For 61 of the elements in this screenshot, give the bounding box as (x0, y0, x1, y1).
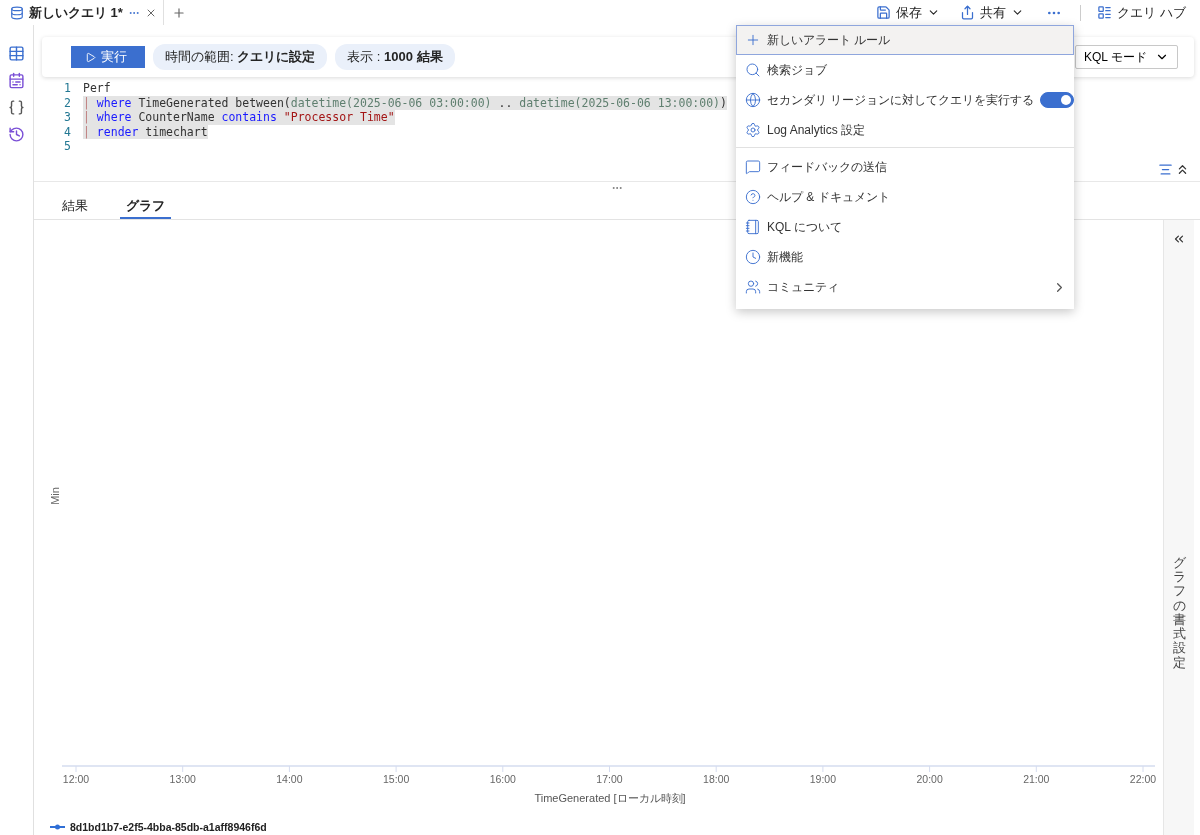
table-icon[interactable] (8, 45, 25, 62)
x-tick-label: 20:00 (916, 773, 943, 785)
globe-icon (745, 92, 761, 108)
code-line: Perf (83, 81, 111, 96)
x-tick-label: 13:00 (169, 773, 196, 785)
run-button[interactable]: 実行 (71, 46, 145, 68)
list-icon (1097, 5, 1113, 20)
toolbar-button[interactable]: 保存 (866, 0, 951, 25)
menu-item[interactable]: ヘルプ & ドキュメント (736, 182, 1074, 212)
x-tick-label: 15:00 (382, 773, 410, 785)
menu-item[interactable]: KQL について (736, 212, 1074, 242)
menu-item[interactable]: Log Analytics 設定 (736, 115, 1074, 145)
x-axis-label: TimeGenerated [ローカル時刻] (534, 792, 686, 804)
line-number: 2 (63, 95, 72, 110)
line-number: 3 (63, 110, 72, 125)
line-number: 4 (63, 124, 72, 139)
legend-label[interactable]: 8d1bd1b7-e2f5-4bba-85db-a1aff8946f6d (70, 821, 267, 833)
toolbar-button[interactable]: 共有 (950, 0, 1035, 25)
x-tick-label: 19:00 (809, 773, 837, 785)
history-icon[interactable] (8, 126, 25, 143)
save-icon (876, 5, 892, 20)
database-icon (10, 5, 24, 20)
filter-pill[interactable]: 時間の範囲: クエリに設定 (153, 44, 328, 70)
calendar-icon[interactable] (8, 72, 25, 89)
x-tick-label: 22:00 (1129, 773, 1157, 785)
plus-icon (745, 32, 761, 48)
menu-item[interactable]: 検索ジョブ (736, 55, 1074, 85)
expand-icon[interactable] (1172, 232, 1186, 246)
add-tab-icon[interactable] (171, 5, 186, 20)
toggle-switch[interactable] (1040, 92, 1075, 108)
format-icon[interactable] (1158, 162, 1173, 177)
result-tab[interactable]: グラフ (120, 194, 171, 219)
filter-pill[interactable]: 表示 : 1000 結果 (335, 44, 455, 70)
menu-item[interactable]: セカンダリ リージョンに対してクエリを実行する (736, 85, 1074, 115)
y-axis-label: Min (49, 487, 61, 505)
side-panel-title[interactable]: グラフの書式設定 (1172, 555, 1186, 670)
x-tick-label: 14:00 (276, 773, 303, 785)
menu-item[interactable]: 新しいアラート ルール (736, 25, 1074, 55)
help-icon (745, 189, 761, 205)
mode-dropdown[interactable]: KQL モード (1075, 45, 1178, 69)
x-tick-label: 16:00 (489, 773, 516, 785)
menu-item[interactable]: 新機能 (736, 242, 1074, 272)
settings-icon (745, 122, 761, 138)
query-hub-button[interactable]: クエリ ハブ (1087, 0, 1200, 25)
x-tick-label: 18:00 (703, 773, 730, 785)
notebook-icon (745, 219, 761, 235)
result-tab[interactable]: 結果 (56, 194, 94, 219)
x-tick-label: 21:00 (1023, 773, 1050, 785)
menu-item[interactable]: フィードバックの送信 (736, 152, 1074, 182)
search-icon (745, 62, 761, 78)
line-number: 1 (63, 81, 72, 96)
function-icon[interactable] (8, 99, 25, 116)
chat-icon (745, 159, 761, 175)
play-icon (85, 51, 96, 63)
x-tick-label: 17:00 (596, 773, 623, 785)
line-number: 5 (63, 139, 72, 154)
people-icon (745, 279, 761, 295)
share-icon (960, 5, 976, 20)
clock-icon (745, 249, 761, 265)
x-tick-label: 12:00 (62, 773, 90, 785)
menu-item[interactable]: コミュニティ (736, 272, 1074, 302)
